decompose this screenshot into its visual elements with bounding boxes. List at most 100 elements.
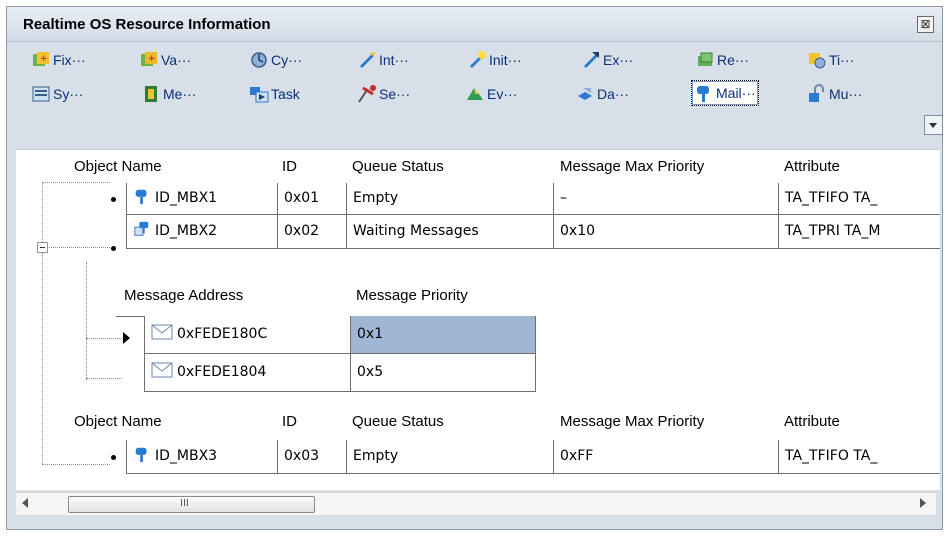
row-bullet (111, 197, 116, 202)
title-bar: Realtime OS Resource Information ⊠ (7, 7, 942, 42)
collapse-toggle-icon[interactable] (37, 242, 48, 253)
message-row-priority[interactable]: 0x5 (350, 354, 536, 392)
toolbar-label: Init··· (489, 52, 522, 68)
toolbar-label: Int··· (379, 52, 409, 68)
column-header-message-max-priority[interactable]: Message Max Priority (560, 413, 704, 430)
mailbox-icon (135, 189, 147, 205)
message-row-priority[interactable]: 0x1 (350, 316, 536, 354)
toolbar-button-memory-pool[interactable]: Me··· (141, 81, 196, 107)
resource-info-panel: Realtime OS Resource Information ⊠ + Fix… (6, 6, 943, 530)
column-header-id[interactable]: ID (282, 158, 297, 175)
ready-queue-icon (698, 52, 713, 66)
toolbar-label: Mu··· (829, 86, 863, 102)
toolbar-overflow-button[interactable] (924, 115, 943, 135)
toolbar-label: Ex··· (603, 52, 634, 68)
tree-line (42, 182, 43, 464)
tree-line (86, 378, 122, 379)
table-row-id[interactable]: 0x03 (277, 440, 347, 474)
cyclic-handler-icon (251, 52, 267, 68)
table-row-object-name[interactable]: ID_MBX1 (126, 183, 278, 215)
column-header-object-name[interactable]: Object Name (74, 413, 162, 430)
column-header-message-address[interactable]: Message Address (124, 287, 243, 304)
toolbar-button-exception-handler[interactable]: Ex··· (581, 47, 633, 73)
table-row-max-priority[interactable]: 0xFF (553, 440, 779, 474)
tree-line (86, 262, 87, 380)
toolbar-label: Mail··· (716, 85, 756, 101)
scrollbar-thumb[interactable]: III (68, 496, 315, 513)
exception-handler-icon (584, 52, 599, 68)
object-name: ID_MBX2 (155, 223, 218, 239)
tree-line (42, 247, 110, 248)
table-row-object-name[interactable]: ID_MBX2 (126, 215, 278, 249)
column-header-queue-status[interactable]: Queue Status (352, 158, 444, 175)
toolbar-button-timer[interactable]: Ti··· (807, 47, 854, 73)
toolbar-label: Sy··· (53, 86, 84, 102)
eventflag-icon (467, 88, 483, 100)
toolbar-label: Se··· (379, 86, 411, 102)
toolbar-label: Cy··· (271, 52, 303, 68)
toolbar-button-variable-memory-pool[interactable]: + Va··· (139, 47, 191, 73)
fixed-memory-pool-icon: + (33, 52, 49, 66)
toolbar-label: Task (271, 86, 300, 102)
message-row-address[interactable]: 0xFEDE1804 (144, 354, 351, 392)
toolbar-button-eventflag[interactable]: Ev··· (465, 81, 517, 107)
row-bullet (111, 246, 116, 251)
column-header-attribute[interactable]: Attribute (784, 413, 840, 430)
toolbar-label: Me··· (163, 86, 197, 102)
table-row-attribute[interactable]: TA_TFIFO TA_ (778, 440, 940, 474)
table-row-queue-status[interactable]: Empty (346, 183, 554, 215)
message-address: 0xFEDE180C (177, 326, 268, 342)
toolbar-label: Ti··· (829, 52, 855, 68)
mutex-icon (809, 84, 824, 102)
table-row-max-priority[interactable]: – (553, 183, 779, 215)
scroll-left-icon[interactable] (22, 498, 28, 508)
toolbar-button-initialize-routine[interactable]: Init··· (467, 47, 522, 73)
data-queue-icon (578, 88, 592, 100)
semaphore-icon (358, 85, 376, 103)
object-name: ID_MBX3 (155, 448, 218, 464)
toolbar-button-fixed-memory-pool[interactable]: + Fix··· (31, 47, 86, 73)
grip-icon: III (180, 498, 189, 509)
column-header-attribute[interactable]: Attribute (784, 158, 840, 175)
column-header-queue-status[interactable]: Queue Status (352, 413, 444, 430)
toolbar-label: Fix··· (53, 52, 86, 68)
message-row-address[interactable]: 0xFEDE180C (144, 316, 351, 354)
message-envelope-icon (151, 362, 173, 378)
table-row-attribute[interactable]: TA_TFIFO TA_ (778, 183, 940, 215)
current-row-arrow-icon (123, 332, 130, 344)
column-header-object-name[interactable]: Object Name (74, 158, 162, 175)
message-address: 0xFEDE1804 (177, 364, 267, 380)
toolbar-button-mutex[interactable]: Mu··· (807, 81, 862, 107)
scroll-right-icon[interactable] (920, 498, 926, 508)
variable-memory-pool-icon: + (141, 52, 157, 66)
toolbar-button-system-status[interactable]: Sy··· (31, 81, 83, 107)
toolbar-button-data-queue[interactable]: Da··· (575, 81, 629, 107)
column-header-message-priority[interactable]: Message Priority (356, 287, 468, 304)
task-icon (250, 87, 269, 103)
resource-toolbar: + Fix··· + Va··· Cy··· Int··· Init··· Ex… (21, 43, 943, 135)
table-row-object-name[interactable]: ID_MBX3 (126, 440, 278, 474)
table-row-queue-status[interactable]: Empty (346, 440, 554, 474)
table-row-id[interactable]: 0x02 (277, 215, 347, 249)
horizontal-scrollbar[interactable]: III (16, 492, 936, 515)
row-bullet (111, 455, 116, 460)
table-row-id[interactable]: 0x01 (277, 183, 347, 215)
svg-text:+: + (40, 54, 48, 64)
table-row-queue-status[interactable]: Waiting Messages (346, 215, 554, 249)
timer-icon (809, 53, 826, 69)
toolbar-button-task[interactable]: Task (249, 81, 300, 107)
tree-line (42, 182, 110, 183)
toolbar-button-mailbox[interactable]: Mail··· (691, 80, 759, 106)
toolbar-button-interrupt-handler[interactable]: Int··· (357, 47, 409, 73)
table-row-attribute[interactable]: TA_TPRI TA_M (778, 215, 940, 249)
toolbar-button-cyclic-handler[interactable]: Cy··· (249, 47, 302, 73)
close-icon[interactable]: ⊠ (917, 16, 934, 33)
memory-pool-icon (145, 86, 157, 102)
column-header-id[interactable]: ID (282, 413, 297, 430)
initialize-routine-icon (470, 51, 486, 68)
toolbar-button-semaphore[interactable]: Se··· (357, 81, 410, 107)
mailbox-icon (135, 447, 147, 463)
toolbar-button-ready-queue[interactable]: Re··· (695, 47, 749, 73)
table-row-max-priority[interactable]: 0x10 (553, 215, 779, 249)
column-header-message-max-priority[interactable]: Message Max Priority (560, 158, 704, 175)
